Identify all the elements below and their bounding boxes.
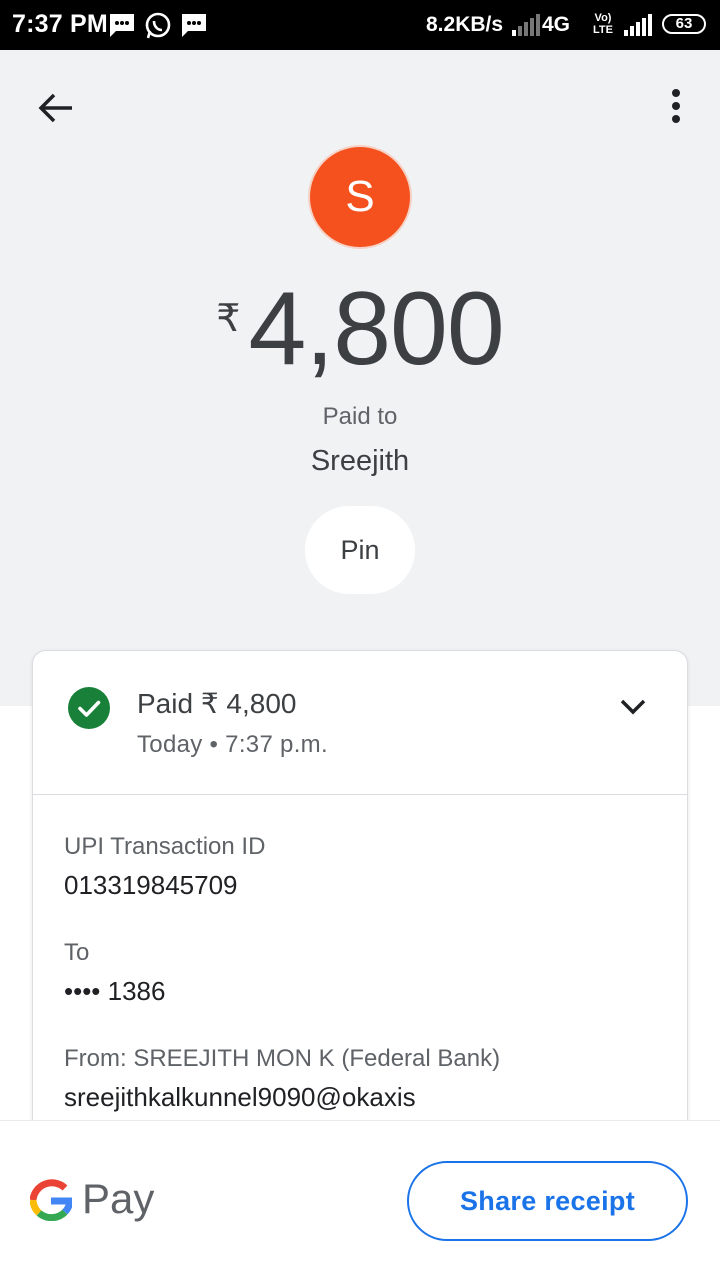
more-options-button[interactable] xyxy=(656,84,696,132)
pin-button[interactable]: Pin xyxy=(305,506,415,594)
to-account-value: •••• 1386 xyxy=(64,976,166,1006)
from-upi-value: sreejithkalkunnel9090@okaxis xyxy=(64,1082,416,1112)
payee-avatar: S xyxy=(310,147,410,247)
signal-icon xyxy=(624,14,652,36)
network-speed: 8.2KB/s xyxy=(426,13,504,36)
transaction-card: Paid ₹ 4,800 Today • 7:37 p.m. UPI Trans… xyxy=(32,650,688,1170)
status-bar: 7:37 PM 8.2KB/s 4G Vo) LTE 63 xyxy=(0,0,720,50)
transaction-id-value: 013319845709 xyxy=(64,870,238,900)
signal-icon xyxy=(512,14,540,36)
payment-time: Today • 7:37 p.m. xyxy=(137,731,328,758)
back-button[interactable] xyxy=(30,86,80,130)
message-icon xyxy=(182,14,206,37)
from-label: From: SREEJITH MON K (Federal Bank) xyxy=(64,1045,501,1072)
chevron-down-icon xyxy=(620,699,646,715)
card-divider xyxy=(33,794,687,795)
bottom-bar: Pay Share receipt xyxy=(0,1120,720,1280)
payment-header: S ₹4,800 Paid to Sreejith Pin xyxy=(0,50,720,706)
gpay-text: Pay xyxy=(82,1175,155,1222)
message-icon xyxy=(110,14,134,37)
check-circle-icon xyxy=(68,687,110,729)
amount-value: 4,800 xyxy=(248,271,504,387)
payment-amount: ₹4,800 xyxy=(0,272,720,386)
network-type: 4G xyxy=(542,13,571,36)
status-time: 7:37 PM xyxy=(12,10,108,38)
arrow-back-icon xyxy=(38,93,72,123)
screen: 7:37 PM 8.2KB/s 4G Vo) LTE 63 S ₹4,800 P… xyxy=(0,0,720,1280)
battery-indicator: 63 xyxy=(662,14,706,34)
google-g-icon xyxy=(30,1179,72,1221)
volte-indicator: Vo) LTE xyxy=(593,12,613,36)
transaction-id-label: UPI Transaction ID xyxy=(64,833,266,860)
payee-name: Sreejith xyxy=(310,445,410,477)
payment-status-title: Paid ₹ 4,800 xyxy=(137,688,297,719)
expand-details-button[interactable] xyxy=(613,689,653,725)
paid-to-label: Paid to xyxy=(322,403,398,430)
whatsapp-icon xyxy=(145,12,171,39)
currency-symbol: ₹ xyxy=(216,298,241,340)
to-label: To xyxy=(64,939,90,966)
share-receipt-button[interactable]: Share receipt xyxy=(407,1161,688,1241)
more-vert-icon xyxy=(672,89,680,123)
